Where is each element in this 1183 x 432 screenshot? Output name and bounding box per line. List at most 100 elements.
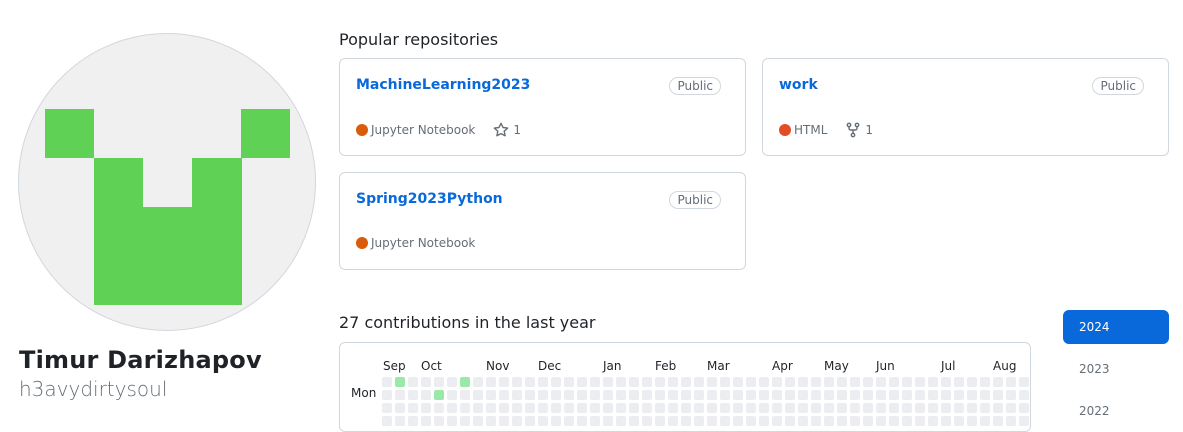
contribution-day[interactable]: [460, 403, 470, 413]
contribution-day[interactable]: [902, 403, 912, 413]
contribution-day[interactable]: [590, 403, 600, 413]
contribution-day[interactable]: [395, 377, 405, 387]
contribution-day[interactable]: [785, 403, 795, 413]
contribution-day[interactable]: [551, 403, 561, 413]
contribution-day[interactable]: [681, 416, 691, 426]
contribution-day[interactable]: [1006, 390, 1016, 400]
contribution-day[interactable]: [512, 390, 522, 400]
contribution-day[interactable]: [798, 416, 808, 426]
contribution-day[interactable]: [473, 416, 483, 426]
contribution-day[interactable]: [512, 403, 522, 413]
contribution-day[interactable]: [694, 416, 704, 426]
contribution-day[interactable]: [863, 416, 873, 426]
contribution-day[interactable]: [486, 416, 496, 426]
contribution-day[interactable]: [837, 377, 847, 387]
contribution-day[interactable]: [928, 416, 938, 426]
contribution-day[interactable]: [902, 390, 912, 400]
contribution-day[interactable]: [772, 390, 782, 400]
contribution-day[interactable]: [577, 403, 587, 413]
contribution-day[interactable]: [902, 377, 912, 387]
contribution-day[interactable]: [915, 377, 925, 387]
contribution-day[interactable]: [564, 416, 574, 426]
contribution-day[interactable]: [1019, 390, 1029, 400]
contribution-day[interactable]: [772, 416, 782, 426]
contribution-day[interactable]: [850, 416, 860, 426]
contribution-day[interactable]: [707, 390, 717, 400]
contribution-day[interactable]: [798, 377, 808, 387]
contribution-day[interactable]: [889, 403, 899, 413]
contribution-day[interactable]: [941, 390, 951, 400]
contribution-day[interactable]: [434, 416, 444, 426]
contribution-day[interactable]: [772, 403, 782, 413]
contribution-day[interactable]: [876, 403, 886, 413]
contribution-day[interactable]: [681, 403, 691, 413]
contribution-day[interactable]: [850, 377, 860, 387]
contribution-day[interactable]: [551, 377, 561, 387]
contribution-day[interactable]: [603, 390, 613, 400]
contribution-day[interactable]: [720, 377, 730, 387]
contribution-day[interactable]: [798, 403, 808, 413]
contribution-day[interactable]: [863, 390, 873, 400]
contribution-day[interactable]: [408, 403, 418, 413]
contribution-day[interactable]: [603, 403, 613, 413]
contribution-day[interactable]: [629, 377, 639, 387]
contribution-day[interactable]: [850, 390, 860, 400]
contribution-day[interactable]: [486, 377, 496, 387]
year-link-2023[interactable]: 2023: [1063, 352, 1169, 386]
contribution-day[interactable]: [642, 390, 652, 400]
repo-name-link[interactable]: work: [779, 77, 818, 93]
contribution-day[interactable]: [837, 403, 847, 413]
contribution-day[interactable]: [655, 403, 665, 413]
contribution-day[interactable]: [538, 416, 548, 426]
avatar[interactable]: [18, 33, 316, 331]
contribution-day[interactable]: [915, 403, 925, 413]
contribution-day[interactable]: [733, 377, 743, 387]
contribution-day[interactable]: [993, 403, 1003, 413]
contribution-day[interactable]: [967, 377, 977, 387]
contribution-day[interactable]: [421, 377, 431, 387]
contribution-day[interactable]: [798, 390, 808, 400]
contribution-day[interactable]: [577, 377, 587, 387]
contribution-day[interactable]: [408, 377, 418, 387]
contribution-day[interactable]: [525, 377, 535, 387]
contribution-day[interactable]: [590, 390, 600, 400]
contribution-day[interactable]: [499, 416, 509, 426]
contribution-day[interactable]: [395, 390, 405, 400]
contribution-day[interactable]: [551, 416, 561, 426]
year-link-2024[interactable]: 2024: [1063, 310, 1169, 344]
contribution-day[interactable]: [564, 377, 574, 387]
contribution-day[interactable]: [382, 390, 392, 400]
contribution-day[interactable]: [928, 377, 938, 387]
contribution-day[interactable]: [564, 390, 574, 400]
contribution-day[interactable]: [421, 416, 431, 426]
contribution-day[interactable]: [785, 377, 795, 387]
year-link-2022[interactable]: 2022: [1063, 394, 1169, 428]
contribution-day[interactable]: [486, 403, 496, 413]
contribution-day[interactable]: [915, 390, 925, 400]
contribution-day[interactable]: [954, 390, 964, 400]
contribution-day[interactable]: [993, 390, 1003, 400]
contribution-day[interactable]: [382, 377, 392, 387]
contribution-day[interactable]: [993, 377, 1003, 387]
contribution-day[interactable]: [499, 390, 509, 400]
stargazers-link[interactable]: 1: [493, 122, 521, 138]
contribution-day[interactable]: [603, 416, 613, 426]
contribution-day[interactable]: [941, 403, 951, 413]
contribution-day[interactable]: [928, 390, 938, 400]
contribution-day[interactable]: [1019, 403, 1029, 413]
contribution-day[interactable]: [460, 416, 470, 426]
contribution-day[interactable]: [694, 390, 704, 400]
contribution-day[interactable]: [551, 390, 561, 400]
contribution-day[interactable]: [655, 377, 665, 387]
contribution-day[interactable]: [967, 403, 977, 413]
contribution-day[interactable]: [681, 377, 691, 387]
contribution-day[interactable]: [1019, 416, 1029, 426]
contribution-day[interactable]: [954, 416, 964, 426]
contribution-day[interactable]: [538, 377, 548, 387]
contribution-day[interactable]: [811, 390, 821, 400]
contribution-day[interactable]: [785, 390, 795, 400]
contribution-day[interactable]: [889, 390, 899, 400]
contribution-day[interactable]: [512, 416, 522, 426]
contribution-day[interactable]: [876, 390, 886, 400]
contribution-day[interactable]: [681, 390, 691, 400]
